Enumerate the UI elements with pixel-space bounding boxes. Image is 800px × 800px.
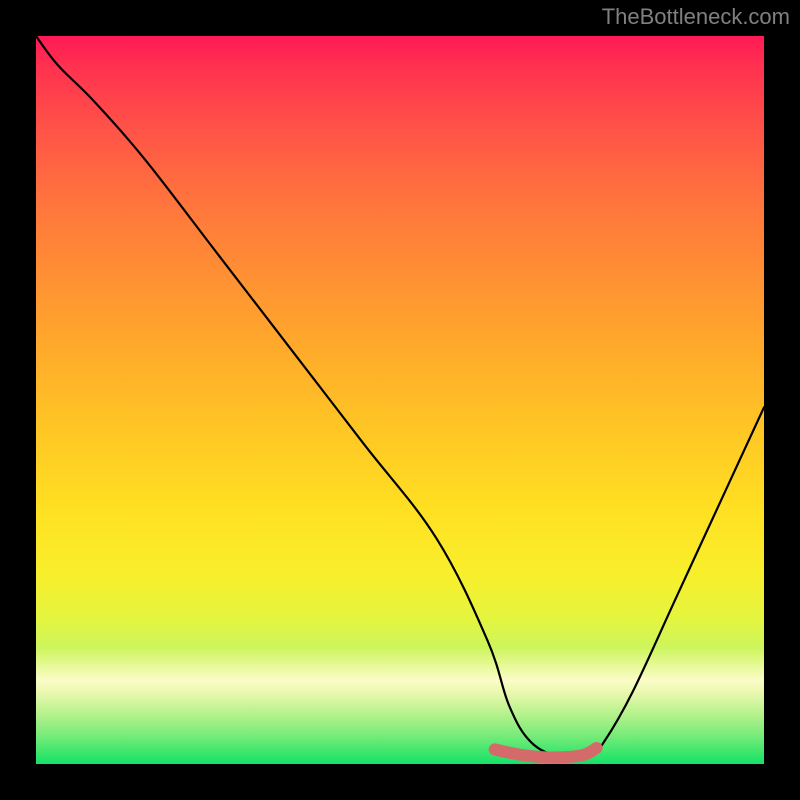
watermark-text: TheBottleneck.com: [602, 4, 790, 30]
bottleneck-curve: [36, 36, 764, 759]
plot-area: [36, 36, 764, 764]
curve-svg: [36, 36, 764, 764]
highlight-flat-segment: [495, 748, 597, 757]
